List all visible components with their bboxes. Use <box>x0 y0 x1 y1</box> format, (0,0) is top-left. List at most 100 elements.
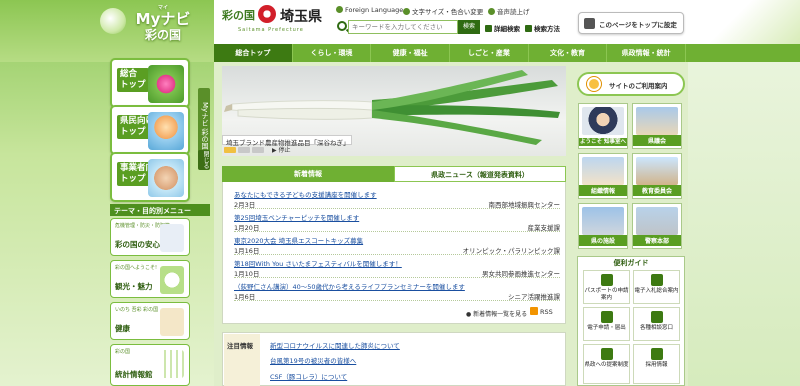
news-item-date: 1月10日 <box>234 270 260 278</box>
guide-e-application[interactable]: 電子申請・届出 <box>583 307 630 341</box>
theme-card-statistics[interactable]: 彩の国 統計情報館 <box>110 344 190 386</box>
lightbulb-icon <box>600 348 613 360</box>
statistics-icon <box>160 350 184 378</box>
news-item-date: 1月20日 <box>234 224 260 232</box>
news-item-dept: オリンピック・パラリンピック課 <box>462 247 560 255</box>
guide-recruitment[interactable]: 採用情報 <box>633 344 680 384</box>
safety-icon <box>160 224 184 252</box>
voice-read-link[interactable]: 音声読上げ <box>488 6 530 16</box>
tile-facilities[interactable]: 県の施設 <box>578 203 628 249</box>
governor-photo-icon <box>582 107 624 135</box>
consultation-icon <box>650 311 663 323</box>
news-item[interactable]: あなたにもできる子どもの支援講座を開催します 2月3日 南西部地域振興センター <box>234 187 560 209</box>
tile-label: 県の施設 <box>579 235 627 246</box>
search-icon <box>337 21 347 31</box>
tile-education-board[interactable]: 教育委員会 <box>632 153 682 199</box>
education-icon <box>636 157 678 185</box>
e-application-icon <box>600 311 613 323</box>
health-icon <box>160 308 184 336</box>
news-item-date: 2月3日 <box>234 201 256 209</box>
passport-icon <box>600 274 613 286</box>
theme-card-caption: いのち 吾彩 彩の国 <box>115 307 159 313</box>
attention-item[interactable]: CSF（豚コレラ）について <box>270 371 347 381</box>
attention-item[interactable]: 新型コロナウイルスに関連した肺炎について <box>270 340 400 350</box>
tile-organization[interactable]: 組織情報 <box>578 153 628 199</box>
right-decoration <box>688 62 800 386</box>
news-item-title[interactable]: あなたにもできる子どもの支援講座を開催します <box>234 189 377 199</box>
tab-living-environment[interactable]: くらし・環境 <box>293 44 372 62</box>
search-button[interactable]: 検索 <box>458 20 480 34</box>
main-navigation: 総合トップ くらし・環境 健康・福祉 しごと・産業 文化・教育 県政情報・統計 <box>214 44 687 62</box>
news-item[interactable]: 東京2020大会 埼玉県エスコートキッズ募集 1月16日 オリンピック・パラリン… <box>234 233 560 255</box>
pref-logo-name[interactable]: 埼玉県 <box>280 6 322 26</box>
convenience-guide-title: 便利ガイド <box>613 259 649 267</box>
left-card-residents-top[interactable]: 県民向け トップ <box>110 105 190 155</box>
pref-emblem-icon[interactable] <box>258 5 276 23</box>
news-item-dept: 男女共同参画推進センター <box>482 270 560 278</box>
tile-label: 県議会 <box>633 135 681 146</box>
rss-link[interactable]: RSS <box>530 307 553 316</box>
news-item-date: 1月6日 <box>234 293 256 301</box>
foreign-language-link[interactable]: Foreign Language <box>336 6 403 14</box>
globe-icon <box>336 6 343 13</box>
theme-card-title: 観光・魅力 <box>115 282 153 291</box>
news-item-title[interactable]: 第25回埼玉ベンチャーピッチを開催します <box>234 212 359 222</box>
flower-photo-icon <box>148 65 184 103</box>
mynavi-subtitle: 彩の国 <box>144 28 181 42</box>
mynavi-logo[interactable]: マイ Myナビ 彩の国 <box>118 6 208 56</box>
tile-governor[interactable]: ようこそ 知事室へ <box>578 103 628 149</box>
news-item[interactable]: 第25回埼玉ベンチャーピッチを開催します 1月20日 産業支援課 <box>234 210 560 232</box>
tile-assembly[interactable]: 県議会 <box>632 103 682 149</box>
help-icon <box>525 25 532 32</box>
tab-general-top[interactable]: 総合トップ <box>214 44 293 62</box>
e-bidding-icon <box>650 274 663 286</box>
news-item[interactable]: （荻野仁さん講演）40～50歳代から考えるライフプランセミナーを開催します 1月… <box>234 279 560 301</box>
guide-passport[interactable]: パスポートの申請案内 <box>583 270 630 304</box>
guide-e-bidding[interactable]: 電子入札総合案内 <box>633 270 680 304</box>
news-item[interactable]: 第18回With You さいたまフェスティバルを開催します！ 1月10日 男女… <box>234 256 560 278</box>
family-photo-icon <box>148 112 184 150</box>
guide-consultation[interactable]: 各種相談窓口 <box>633 307 680 341</box>
site-usage-button[interactable]: サイトのご利用案内 <box>577 72 685 96</box>
news-item-title[interactable]: （荻野仁さん講演）40～50歳代から考えるライフプランセミナーを開催します <box>234 281 465 291</box>
guide-proposal[interactable]: 県政への提案制度 <box>583 344 630 384</box>
news-list-link[interactable]: ● 新着情報一覧を見る <box>466 309 527 318</box>
left-card-general-top[interactable]: 総合 トップ <box>110 58 190 108</box>
tab-culture-education[interactable]: 文化・教育 <box>529 44 608 62</box>
search-method-link[interactable]: 検索方法 <box>525 23 560 33</box>
nav-bar-extension <box>686 44 800 62</box>
carousel-dot[interactable] <box>238 147 250 153</box>
theme-card-health[interactable]: いのち 吾彩 彩の国 健康 <box>110 302 190 340</box>
tab-new-info[interactable]: 新着情報 <box>222 166 394 182</box>
news-item-title[interactable]: 東京2020大会 埼玉県エスコートキッズ募集 <box>234 235 363 245</box>
carousel-dot[interactable] <box>252 147 264 153</box>
mynavi-title: Myナビ <box>135 10 191 28</box>
header-decoration <box>690 0 800 44</box>
theme-card-tourism[interactable]: 彩の国へようこそ! 観光・魅力 <box>110 260 190 298</box>
attention-label: 注目情報 <box>224 334 260 386</box>
close-nav-button[interactable]: 閉じる <box>198 150 210 170</box>
tab-work-industry[interactable]: しごと・産業 <box>450 44 529 62</box>
news-item-dept: 南西部地域振興センター <box>488 201 561 209</box>
left-card-business-top[interactable]: 事業者向け トップ <box>110 152 190 202</box>
tab-health-welfare[interactable]: 健康・福祉 <box>371 44 451 62</box>
speaker-icon <box>488 8 495 15</box>
theme-card-caption: 彩の国 <box>115 349 131 355</box>
tile-label: 警察本部 <box>633 235 681 246</box>
theme-card-safety[interactable]: 危機管理・防災・防犯等 彩の国の安心・安全 <box>110 218 190 256</box>
tab-press-release[interactable]: 県政ニュース（報道発表資料） <box>394 166 566 182</box>
hero-caption: 埼玉ブランド農産物推進品目「深谷ねぎ」 <box>222 135 352 147</box>
tab-government-statistics[interactable]: 県政情報・統計 <box>607 44 687 62</box>
news-item-dept: シニア活躍推進課 <box>508 293 560 301</box>
news-item-title[interactable]: 第18回With You さいたまフェスティバルを開催します！ <box>234 258 402 268</box>
carousel-dot[interactable] <box>224 147 236 153</box>
detail-search-link[interactable]: 詳細検索 <box>485 23 520 33</box>
theme-menu-header: テーマ・目的別メニュー <box>110 204 210 216</box>
carousel-stop-button[interactable]: ▶ 停止 <box>272 145 291 154</box>
set-as-homepage-button[interactable]: このページをトップに設定 <box>578 12 684 34</box>
search-input[interactable] <box>348 20 458 34</box>
attention-item[interactable]: 台風第19号の被災者の皆様へ <box>270 355 356 365</box>
pref-logo-kanji[interactable]: 彩の国 <box>222 7 255 23</box>
text-size-link[interactable]: 文字サイズ・色合い変更 <box>403 6 483 16</box>
tile-police[interactable]: 警察本部 <box>632 203 682 249</box>
